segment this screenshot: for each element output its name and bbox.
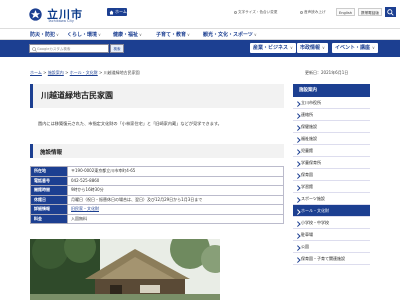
site-subtitle: Tachikawa City — [48, 19, 74, 23]
table-value: 042-525-8860 — [67, 175, 284, 186]
page-title: 川越道緑地古民家園 — [41, 91, 113, 100]
sidebar-item-sports[interactable]: スポーツ施設 — [293, 193, 370, 205]
table-row: 開館時間 9時から16時30分 — [30, 185, 284, 196]
detail-link[interactable]: 旧民家・文化財 — [71, 206, 99, 211]
gnav-item-education[interactable]: 子育て・教育∨ — [156, 29, 190, 40]
gnav-item-safety[interactable]: 防災・防犯∨ — [30, 29, 59, 40]
english-button[interactable]: English — [336, 8, 355, 16]
table-value: 旧民家・文化財 — [67, 204, 284, 215]
breadcrumb-home[interactable]: ホーム — [30, 70, 42, 75]
voice-reader-link[interactable]: 音声読み上げ — [300, 10, 326, 15]
search-placeholder: Googleカスタム検索 — [37, 47, 71, 51]
home-button[interactable]: ホーム — [107, 8, 127, 16]
sidebar-item-afterschool[interactable]: 学童保育所 — [293, 157, 370, 169]
sidebar-item-children[interactable]: 児童館 — [293, 145, 370, 157]
farmhouse-illustration — [30, 239, 220, 300]
facility-info-table: 所在地 〒190-0002東京都立川市幸町4-65 電話番号 042-525-8… — [30, 166, 284, 224]
house-icon — [109, 10, 114, 14]
header-search-button[interactable] — [385, 7, 396, 17]
table-row: 電話番号 042-525-8860 — [30, 175, 284, 186]
global-nav: 防災・防犯∨ くらし・環境∨ 健康・福祉∨ 子育て・教育∨ 観光・文化・スポーツ… — [0, 28, 400, 40]
text-size-link[interactable]: 文字サイズ・色合い変更 — [234, 10, 277, 15]
sidebar-item-parking[interactable]: 駐車場 — [293, 229, 370, 241]
table-row: 休館日 月曜日（祝日・振替休日の場合は、翌日）及び12月29日から1月3日まで — [30, 194, 284, 205]
table-label: 電話番号 — [30, 175, 68, 186]
gnav-item-living[interactable]: くらし・環境∨ — [67, 29, 101, 40]
updated-date: 更新日：2021年6月1日 — [305, 70, 349, 75]
gnav-item-culture[interactable]: 観光・文化・スポーツ∨ — [203, 29, 257, 40]
page-title-box: 川越道緑地古民家園 — [30, 84, 284, 108]
gnav-item-health[interactable]: 健康・福祉∨ — [113, 29, 142, 40]
nav-pill-business[interactable]: 産業・ビジネス ∨ — [250, 43, 296, 53]
search-submit-button[interactable]: 検索 — [110, 44, 124, 53]
sidebar-item-parks[interactable]: 公園 — [293, 241, 370, 253]
table-label: 詳細情報 — [30, 204, 68, 215]
sidebar-item-hall-culture[interactable]: ホール・文化財 — [293, 205, 370, 217]
circle-icon — [234, 10, 237, 14]
table-value: 月曜日（祝日・振替休日の場合は、翌日）及び12月29日から1月3日まで — [67, 194, 284, 205]
site-header: 立川市 Tachikawa City ホーム 文字サイズ・色合い変更 音声読み上… — [0, 0, 400, 28]
table-row: 料金 入園無料 — [30, 213, 284, 224]
sidebar-item-nursery[interactable]: 保育園 — [293, 169, 370, 181]
table-value: 9時から16時30分 — [67, 185, 284, 196]
circle-icon — [300, 10, 303, 14]
nav-pill-city-info[interactable]: 市政情報 ∨ — [297, 43, 328, 53]
table-label: 休館日 — [30, 194, 68, 205]
search-bar: Googleカスタム検索 検索 産業・ビジネス ∨ 市政情報 ∨ イベント・講座 ∨ — [0, 40, 400, 57]
section-heading-box: 施設情報 — [30, 144, 284, 158]
sidebar-item-schools[interactable]: 小学校・中学校 — [293, 217, 370, 229]
magnifier-icon — [31, 46, 37, 52]
table-label: 開館時間 — [30, 185, 68, 196]
table-value: 〒190-0002東京都立川市幸町4-65 — [67, 166, 284, 177]
city-emblem-icon[interactable] — [29, 8, 42, 21]
breadcrumb-current: 川越道緑地古民家園 — [103, 70, 140, 75]
mobile-button[interactable]: 携帯電話版 — [358, 8, 382, 16]
table-label: 料金 — [30, 213, 68, 224]
table-row: 詳細情報 旧民家・文化財 — [30, 204, 284, 215]
farmhouse-photo — [30, 239, 220, 300]
table-value: 入園無料 — [67, 213, 284, 224]
nav-pill-events[interactable]: イベント・講座 ∨ — [332, 43, 378, 53]
breadcrumb: ホーム > 施設案内 > ホール・文化財 > 川越道緑地古民家園 — [30, 70, 140, 75]
sidebar-item-childcare[interactable]: 保育園・子育て関連施設 — [293, 253, 370, 265]
sidebar-heading: 施設案内 — [293, 84, 370, 97]
intro-text: 園内には移築復元された、市指定文化財の「小林家住宅」と「旧崎家内蔵」などが見学で… — [38, 121, 222, 126]
table-row: 所在地 〒190-0002東京都立川市幸町4-65 — [30, 166, 284, 177]
breadcrumb-hall[interactable]: ホール・文化財 — [70, 70, 98, 75]
magnifier-icon — [387, 8, 394, 16]
section-title: 施設情報 — [40, 150, 63, 156]
breadcrumb-facilities[interactable]: 施設案内 — [48, 70, 64, 75]
sidebar-item-health[interactable]: 保健施設 — [293, 121, 370, 133]
sidebar-item-branch[interactable]: 連絡所 — [293, 109, 370, 121]
home-label: ホーム — [115, 9, 127, 14]
sidebar-item-learning[interactable]: 学習館 — [293, 181, 370, 193]
sidebar-item-welfare[interactable]: 福祉施設 — [293, 133, 370, 145]
sidebar-item-city-hall[interactable]: 立川市役所 — [293, 97, 370, 109]
search-input[interactable]: Googleカスタム検索 — [29, 44, 109, 53]
table-label: 所在地 — [30, 166, 68, 177]
